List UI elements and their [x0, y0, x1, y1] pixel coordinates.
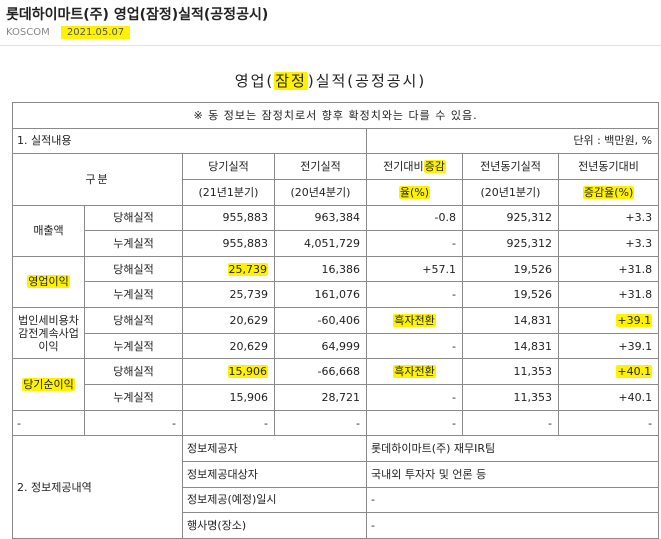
empty-row-cell: - [366, 409, 463, 437]
yoy-base-value: 11,353 [462, 358, 559, 386]
row-category: 당기순이익 [12, 358, 85, 411]
qoq-change: 흑자전환 [366, 358, 463, 386]
header-yoy-base: 전년동기실적 [462, 153, 559, 180]
row-category: 영업이익 [12, 255, 85, 309]
previous-value: 28,721 [274, 384, 367, 411]
info-value: - [365, 512, 660, 539]
previous-value: -66,668 [274, 358, 367, 386]
empty-row-cell: - [557, 409, 660, 437]
header-previous-period: (20년4분기) [274, 178, 367, 206]
yoy-base-value: 14,831 [462, 332, 559, 360]
current-value: 15,906 [182, 358, 275, 386]
current-value: 25,739 [182, 281, 275, 309]
current-value: 25,739 [182, 255, 275, 283]
empty-row-cell: - [182, 409, 275, 437]
info-label: 정보제공대상자 [182, 460, 367, 488]
table-row: 누계실적 15,906 28,721-11,353 +40.1 [13, 384, 660, 411]
row-type: 누계실적 [84, 230, 183, 257]
header-divider [0, 45, 661, 46]
row-type: 당해실적 [84, 358, 183, 386]
info-value: 국내외 투자자 및 언론 등 [365, 460, 660, 488]
header-qoq-rate: 율(%) [366, 178, 463, 206]
qoq-change: 흑자전환 [366, 307, 463, 334]
section2-label: 2. 정보제공내역 [12, 435, 183, 539]
info-value: - [365, 486, 660, 514]
header-previous: 전기실적 [274, 153, 367, 180]
table-row: 매출액 당해실적 955,883 963,384 -0.8 925,312 +3.3 [12, 204, 660, 257]
previous-value: 4,051,729 [274, 230, 367, 257]
yoy-base-value: 11,353 [462, 384, 559, 411]
row-type: 누계실적 [84, 384, 183, 411]
header-qoq: 전기대비증감 [366, 153, 463, 180]
table-row: 당기순이익 당해실적 15,906 -66,668 흑자전환 11,353 +40.1 [12, 358, 660, 411]
results-table: ※ 동 정보는 잠정치로서 향후 확정치와는 다를 수 있음. 1. 실적내용 … [11, 102, 660, 539]
row-type: 누계실적 [84, 332, 183, 360]
info-label: 정보제공자 [182, 435, 367, 462]
source-label: KOSCOM [6, 27, 50, 38]
qoq-change: +57.1 [366, 255, 463, 283]
yoy-base-value: 19,526 [462, 255, 559, 283]
table-row: 법인세비용차 감전계속사업 이익 당해실적 20,629 -60,406 흑자전환 14,83… [12, 307, 660, 360]
qoq-change: - [366, 230, 463, 257]
publish-date: 2021.05.07 [60, 26, 131, 39]
yoy-change: +40.1 [557, 358, 660, 386]
row-type: 당해실적 [84, 307, 183, 334]
current-value: 955,883 [182, 230, 275, 257]
yoy-change: +31.8 [557, 255, 660, 283]
previous-value: 64,999 [274, 332, 367, 360]
qoq-change: - [366, 332, 463, 360]
previous-value: 963,384 [274, 204, 367, 232]
header-current: 당기실적 [182, 153, 275, 180]
notice-row: ※ 동 정보는 잠정치로서 향후 확정치와는 다를 수 있음. [11, 102, 660, 129]
header-yoy-rate: 증감율(%) [557, 178, 660, 206]
empty-row-cell: - [462, 409, 559, 437]
yoy-change: +31.8 [557, 281, 660, 309]
info-label: 행사명(장소) [182, 512, 367, 539]
row-category: 법인세비용차 감전계속사업 이익 [12, 307, 85, 360]
info-value: 롯데하이마트(주) 재무IR팀 [365, 435, 660, 462]
header-meta: KOSCOM 2021.05.07 [6, 26, 131, 39]
yoy-change: +39.1 [557, 332, 660, 360]
header-current-period: (21년1분기) [182, 178, 275, 206]
section1-label: 1. 실적내용 [12, 127, 367, 155]
unit-label: 단위 : 백만원, % [365, 127, 660, 155]
info-label: 정보제공(예정)일시 [182, 486, 367, 514]
yoy-base-value: 19,526 [462, 281, 559, 309]
empty-row-cell: - [84, 409, 183, 437]
header-yoy: 전년동기대비 [557, 153, 660, 180]
table-row: 누계실적 20,629 64,999-14,831 +39.1 [13, 332, 660, 360]
qoq-change: - [366, 281, 463, 309]
previous-value: 16,386 [274, 255, 367, 283]
table-row: 누계실적 25,739 161,076-19,526 +31.8 [13, 281, 660, 309]
empty-row-category: - [12, 409, 85, 437]
yoy-change: +40.1 [557, 384, 660, 411]
current-value: 20,629 [182, 307, 275, 334]
page-title: 롯데하이마트(주) 영업(잠정)실적(공정공시) [6, 7, 269, 23]
current-value: 955,883 [182, 204, 275, 232]
empty-row-cell: - [274, 409, 367, 437]
yoy-change: +3.3 [557, 230, 660, 257]
qoq-change: -0.8 [366, 204, 463, 232]
table-row: 영업이익 당해실적 25,739 16,386 +57.1 19,526 +31.8 [12, 255, 660, 309]
row-type: 누계실적 [84, 281, 183, 309]
row-category: 매출액 [12, 204, 85, 257]
yoy-base-value: 925,312 [462, 230, 559, 257]
qoq-change: - [366, 384, 463, 411]
yoy-change: +39.1 [557, 307, 660, 334]
yoy-base-value: 14,831 [462, 307, 559, 334]
previous-value: 161,076 [274, 281, 367, 309]
current-value: 15,906 [182, 384, 275, 411]
current-value: 20,629 [182, 332, 275, 360]
header-yoy-base-period: (20년1분기) [462, 178, 559, 206]
yoy-base-value: 925,312 [462, 204, 559, 232]
previous-value: -60,406 [274, 307, 367, 334]
row-type: 당해실적 [84, 204, 183, 232]
yoy-change: +3.3 [557, 204, 660, 232]
header-category: 구분 [12, 153, 183, 206]
document-title: 영업(잠정)실적(공정공시) [234, 72, 427, 90]
row-type: 당해실적 [84, 255, 183, 283]
table-row: 누계실적 955,883 4,051,729-925,312 +3.3 [13, 230, 660, 257]
